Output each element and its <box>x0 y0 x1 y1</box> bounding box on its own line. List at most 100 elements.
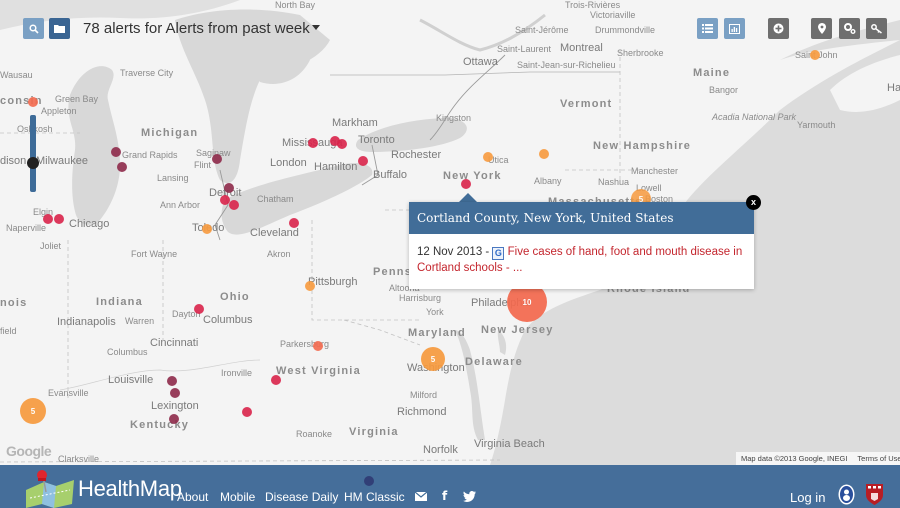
email-icon[interactable] <box>415 492 427 501</box>
map-label-pittsburgh: Pittsburgh <box>308 276 358 288</box>
map-label-chatham: Chatham <box>257 194 294 204</box>
alert-marker[interactable] <box>539 149 549 159</box>
alert-marker[interactable] <box>242 407 252 417</box>
nav-disease-daily[interactable]: Disease Daily <box>265 490 338 504</box>
popup-location: Cortland County, New York, United States <box>409 202 754 234</box>
map-label-warren: Warren <box>125 316 155 326</box>
alert-filter-dropdown[interactable]: 78 alerts for Alerts from past week <box>83 20 320 37</box>
alert-marker[interactable] <box>167 376 177 386</box>
map-label-new-york: New York <box>443 170 502 182</box>
alert-marker[interactable] <box>54 214 64 224</box>
alert-marker[interactable] <box>461 179 471 189</box>
map-label-virginia: Virginia <box>349 426 399 438</box>
alert-marker[interactable] <box>483 152 493 162</box>
popup-pointer <box>459 193 477 202</box>
alert-marker[interactable] <box>224 183 234 193</box>
map-label-lexington: Lexington <box>151 400 199 412</box>
alert-marker[interactable] <box>305 281 315 291</box>
google-logo[interactable]: Google <box>6 443 52 459</box>
alert-cluster[interactable]: 5 <box>20 398 46 424</box>
alert-marker[interactable] <box>212 154 222 164</box>
map-label-virginia-beach: Virginia Beach <box>474 438 545 450</box>
alert-marker[interactable] <box>202 224 212 234</box>
map-label-hamilton: Hamilton <box>314 161 358 173</box>
map-label-maine: Maine <box>693 67 731 79</box>
alert-marker[interactable] <box>170 388 180 398</box>
nav-mobile[interactable]: Mobile <box>220 490 255 504</box>
terms-of-use-link[interactable]: Terms of Use <box>852 454 900 463</box>
map-label-york: York <box>426 307 444 317</box>
close-popup-button[interactable]: x <box>746 195 761 210</box>
map-label-akron: Akron <box>267 249 291 259</box>
map-label-albany: Albany <box>534 176 562 186</box>
map-label-milwaukee: Milwaukee <box>36 155 88 167</box>
map-label-madison: dison <box>0 155 27 167</box>
folder-button[interactable] <box>49 18 70 39</box>
map-label-columbus-oh: Columbus <box>203 314 253 326</box>
map-label-london: London <box>270 157 307 169</box>
search-button[interactable] <box>23 18 44 39</box>
map-label-lansing: Lansing <box>157 173 189 183</box>
alert-marker[interactable] <box>229 200 239 210</box>
alert-marker[interactable] <box>28 97 38 107</box>
map-label-roanoke: Roanoke <box>296 429 333 439</box>
alert-marker[interactable] <box>43 214 53 224</box>
alert-marker[interactable] <box>358 156 368 166</box>
nav-about[interactable]: About <box>177 490 208 504</box>
brand-name[interactable]: HealthMap <box>78 476 182 502</box>
alert-marker[interactable] <box>169 414 179 424</box>
map-pin-icon <box>817 23 826 34</box>
map-label-cleveland: Cleveland <box>250 227 299 239</box>
map-label-joliet: Joliet <box>40 241 62 251</box>
map-label-sherbrooke: Sherbrooke <box>617 48 664 58</box>
map-label-toronto: Toronto <box>358 134 395 146</box>
alert-marker[interactable] <box>289 218 299 228</box>
list-view-button[interactable] <box>697 18 718 39</box>
map-label-vermont: Vermont <box>560 98 613 110</box>
map-label-traverse-city: Traverse City <box>120 68 174 78</box>
location-button[interactable] <box>811 18 832 39</box>
alert-marker[interactable] <box>810 50 820 60</box>
map-label-markham: Markham <box>332 117 378 129</box>
map-label-cincinnati: Cincinnati <box>150 337 199 349</box>
alert-marker[interactable] <box>308 138 318 148</box>
add-button[interactable] <box>768 18 789 39</box>
map-label-michigan: Michigan <box>141 127 199 139</box>
chart-view-button[interactable] <box>724 18 745 39</box>
popup-body: 12 Nov 2013 - G Five cases of hand, foot… <box>409 234 754 286</box>
login-link[interactable]: Log in <box>790 490 825 505</box>
alert-marker[interactable] <box>271 375 281 385</box>
nav-hm-classic[interactable]: HM Classic <box>344 490 405 504</box>
map-label-kentucky: Kentucky <box>130 419 190 431</box>
childrens-hospital-seal-icon[interactable] <box>838 484 855 505</box>
map-label-clarksville: Clarksville <box>58 454 100 464</box>
map-label-ann-arbor: Ann Arbor <box>160 200 201 210</box>
alert-title-text: 78 alerts for Alerts from past week <box>83 20 310 37</box>
plus-circle-icon <box>773 23 784 34</box>
map-label-green-bay: Green Bay <box>55 94 99 104</box>
twitter-icon[interactable] <box>463 491 476 502</box>
settings-button[interactable] <box>839 18 860 39</box>
alert-cluster[interactable]: 5 <box>421 347 445 371</box>
map-label-west-virginia: West Virginia <box>276 365 361 377</box>
healthmap-logo-icon[interactable] <box>24 468 76 508</box>
map-label-yarmouth: Yarmouth <box>797 120 836 130</box>
alert-marker[interactable] <box>313 341 323 351</box>
alert-marker[interactable] <box>194 304 204 314</box>
map-label-ohio: Ohio <box>220 291 250 303</box>
harvard-shield-icon[interactable] <box>866 484 883 505</box>
alert-marker[interactable] <box>111 147 121 157</box>
alert-marker[interactable] <box>337 139 347 149</box>
time-slider-handle[interactable] <box>27 157 39 169</box>
map-label-montreal: Montreal <box>560 42 603 54</box>
alert-marker[interactable] <box>117 162 127 172</box>
facebook-icon[interactable]: f <box>442 489 447 503</box>
gears-icon <box>843 23 855 34</box>
map-label-harrisburg: Harrisburg <box>399 293 442 303</box>
map-label-north-bay: North Bay <box>275 0 316 10</box>
key-button[interactable] <box>866 18 887 39</box>
key-icon <box>870 23 882 34</box>
alert-marker[interactable] <box>364 476 374 486</box>
time-slider-track[interactable] <box>30 115 36 192</box>
map-label-illinois: nois <box>0 297 28 309</box>
